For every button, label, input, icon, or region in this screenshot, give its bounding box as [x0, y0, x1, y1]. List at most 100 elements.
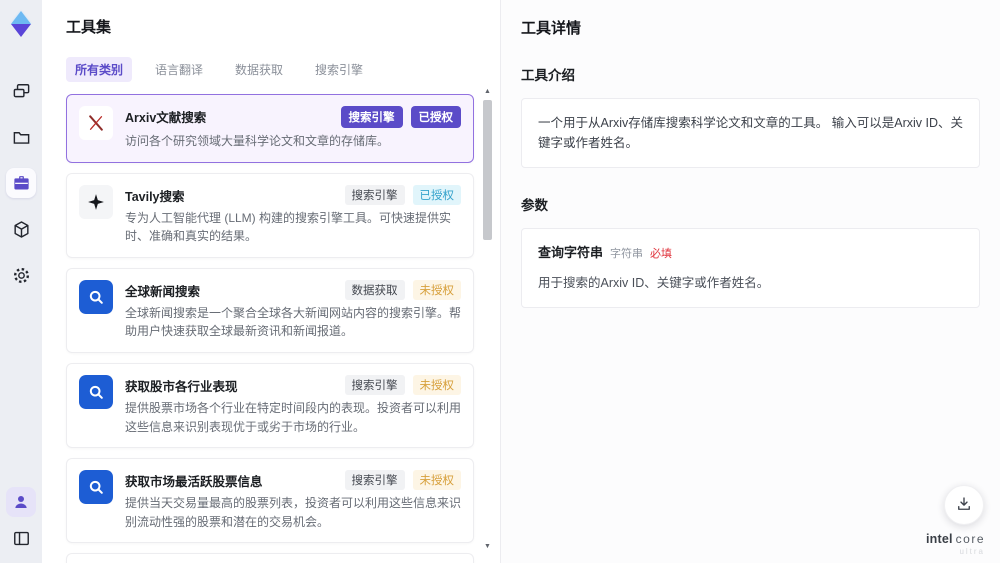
- tool-name: 获取市场最活跃股票信息: [125, 475, 263, 490]
- param-description: 用于搜索的Arxiv ID、关键字或作者姓名。: [538, 275, 770, 290]
- tool-icon: [79, 470, 113, 505]
- scrollbar-thumb[interactable]: [483, 100, 492, 240]
- tool-card[interactable]: Arxiv文献搜索 搜索引擎 已授权 访问各个研究领域大量科学论文和文章的存储库…: [66, 94, 474, 163]
- list-scrollbar[interactable]: ▲ ▼: [482, 88, 493, 553]
- intel-core-logo: intel core ultra: [926, 530, 985, 557]
- auth-status-badge: 已授权: [410, 106, 461, 128]
- tool-card-body: 全球新闻搜索 数据获取 未授权 全球新闻搜索是一个聚合全球各大新闻网站内容的搜索…: [125, 279, 462, 341]
- tool-card[interactable]: Tavily搜索 搜索引擎 已授权 专为人工智能代理 (LLM) 构建的搜索引擎…: [66, 172, 474, 258]
- tool-card-header: 获取市场最活跃股票信息 搜索引擎 未授权: [125, 470, 461, 491]
- tab-all-categories[interactable]: 所有类别: [66, 57, 133, 82]
- search-logo-icon: [79, 279, 113, 314]
- tool-details-panel: 工具详情 工具介绍 一个用于从Arxiv存储库搜索科学论文和文章的工具。 输入可…: [500, 0, 1000, 563]
- tool-name: Tavily搜索: [125, 189, 185, 204]
- tool-icon: [79, 106, 113, 140]
- sidebar-item-tools[interactable]: [6, 168, 36, 198]
- sidebar-item-settings[interactable]: [6, 260, 36, 290]
- tool-tags: 搜索引擎 已授权: [344, 184, 461, 205]
- tool-icon: [79, 184, 113, 219]
- tab-language-translation[interactable]: 语言翻译: [146, 57, 212, 82]
- params-heading: 参数: [521, 198, 548, 213]
- search-logo-icon: [79, 374, 113, 409]
- tavily-icon: [79, 185, 113, 219]
- auth-status-badge: 已授权: [412, 184, 461, 205]
- download-icon: [955, 495, 973, 516]
- scrollbar-up-arrow[interactable]: ▲: [484, 88, 491, 98]
- tool-card[interactable]: 万维地区新闻查询 搜索引擎 未授权 查询具体行政区划内的新闻，快速了解各地新闻动: [66, 553, 474, 563]
- tool-name: 全球新闻搜索: [125, 284, 201, 299]
- tool-name: 获取股市各行业表现: [125, 379, 238, 394]
- tool-icon: [79, 374, 113, 409]
- auth-status-badge: 未授权: [412, 374, 461, 395]
- app-window: 工具集 所有类别 语言翻译 数据获取 搜索引擎 Arxiv文献搜索 搜索引擎 已…: [0, 0, 1000, 563]
- tool-description: 访问各个研究领域大量科学论文和文章的存储库。: [125, 134, 390, 148]
- category-tabs: 所有类别 语言翻译 数据获取 搜索引擎: [66, 57, 480, 82]
- scrollbar-down-arrow[interactable]: ▼: [484, 543, 491, 553]
- tab-data-acquisition[interactable]: 数据获取: [226, 57, 292, 82]
- param-box: 查询字符串 字符串 必填 用于搜索的Arxiv ID、关键字或作者姓名。: [521, 228, 980, 308]
- tool-description: 全球新闻搜索是一个聚合全球各大新闻网站内容的搜索引擎。帮助用户快速获取全球最新资…: [125, 305, 462, 339]
- category-tag: 数据获取: [344, 279, 405, 300]
- auth-status-badge: 未授权: [412, 470, 461, 491]
- sidebar-item-models[interactable]: [6, 214, 36, 244]
- tool-card-header: Tavily搜索 搜索引擎 已授权: [125, 184, 461, 205]
- tool-card[interactable]: 全球新闻搜索 数据获取 未授权 全球新闻搜索是一个聚合全球各大新闻网站内容的搜索…: [66, 267, 474, 353]
- sidebar-bottom-group: [6, 487, 36, 563]
- logo-gem-bottom: [11, 24, 31, 37]
- search-logo-icon: [79, 470, 113, 505]
- auth-status-badge: 未授权: [412, 279, 461, 300]
- sidebar-item-account[interactable]: [6, 487, 36, 517]
- tool-tags: 搜索引擎 未授权: [344, 374, 461, 395]
- page-title: 工具集: [66, 19, 112, 36]
- tool-card-header: Arxiv文献搜索 搜索引擎 已授权: [125, 106, 461, 128]
- gear-icon: [12, 266, 31, 285]
- intro-heading: 工具介绍: [521, 68, 575, 83]
- tool-tags: 搜索引擎 未授权: [344, 470, 461, 491]
- chat-icon: [12, 82, 31, 101]
- tool-card-header: 全球新闻搜索 数据获取 未授权: [125, 279, 461, 300]
- details-title: 工具详情: [521, 20, 582, 37]
- tool-card-body: Tavily搜索 搜索引擎 已授权 专为人工智能代理 (LLM) 构建的搜索引擎…: [125, 184, 461, 246]
- tool-card-body: Arxiv文献搜索 搜索引擎 已授权 访问各个研究领域大量科学论文和文章的存储库…: [125, 106, 461, 151]
- logo-gem-top: [11, 11, 31, 24]
- tool-icon: [79, 279, 113, 314]
- category-tag: 搜索引擎: [344, 470, 405, 491]
- scrollbar-track[interactable]: [483, 98, 492, 543]
- folder-icon: [12, 128, 31, 147]
- param-header: 查询字符串 字符串 必填: [538, 243, 963, 264]
- tool-card-body: 获取股市各行业表现 搜索引擎 未授权 提供股票市场各个行业在特定时间段内的表现。…: [125, 374, 462, 436]
- tool-description: 专为人工智能代理 (LLM) 构建的搜索引擎工具。可快速提供实时、准确和真实的结…: [125, 210, 452, 244]
- tool-tags: 数据获取 未授权: [344, 279, 461, 300]
- brand-core: core: [955, 531, 985, 546]
- tab-search-engine[interactable]: 搜索引擎: [306, 57, 372, 82]
- category-tag: 搜索引擎: [340, 106, 403, 128]
- param-type: 字符串: [610, 248, 644, 260]
- download-button[interactable]: [944, 485, 984, 525]
- toolbox-icon: [12, 174, 31, 193]
- intro-box: 一个用于从Arxiv存储库搜索科学论文和文章的工具。 输入可以是Arxiv ID…: [521, 98, 980, 168]
- app-logo: [6, 9, 36, 39]
- intro-text: 一个用于从Arxiv存储库搜索科学论文和文章的工具。 输入可以是Arxiv ID…: [538, 116, 964, 150]
- sidebar: [0, 0, 42, 563]
- user-icon: [12, 493, 30, 511]
- tool-card-list: Arxiv文献搜索 搜索引擎 已授权 访问各个研究领域大量科学论文和文章的存储库…: [66, 94, 474, 563]
- category-tag: 搜索引擎: [344, 184, 405, 205]
- tool-card-header: 获取股市各行业表现 搜索引擎 未授权: [125, 374, 461, 395]
- tool-card[interactable]: 获取市场最活跃股票信息 搜索引擎 未授权 提供当天交易量最高的股票列表，投资者可…: [66, 458, 474, 544]
- param-required-badge: 必填: [650, 248, 673, 260]
- sidebar-item-files[interactable]: [6, 122, 36, 152]
- param-name: 查询字符串: [538, 245, 604, 260]
- category-tag: 搜索引擎: [344, 374, 405, 395]
- cube-icon: [12, 220, 31, 239]
- tool-card[interactable]: 获取股市各行业表现 搜索引擎 未授权 提供股票市场各个行业在特定时间段内的表现。…: [66, 362, 474, 449]
- sidebar-item-chat[interactable]: [6, 76, 36, 106]
- panel-toggle-icon: [12, 529, 31, 548]
- tool-tags: 搜索引擎 已授权: [340, 106, 461, 128]
- sidebar-item-collapse[interactable]: [6, 523, 36, 553]
- brand-intel: intel: [925, 531, 953, 546]
- tool-description: 提供当天交易量最高的股票列表，投资者可以利用这些信息来识别流动性强的股票和潜在的…: [125, 496, 462, 529]
- tool-description: 提供股票市场各个行业在特定时间段内的表现。投资者可以利用这些信息来识别表现优于或…: [125, 400, 462, 434]
- brand-ultra: ultra: [959, 547, 985, 557]
- tool-card-body: 获取市场最活跃股票信息 搜索引擎 未授权 提供当天交易量最高的股票列表，投资者可…: [125, 470, 461, 531]
- arxiv-icon: [79, 106, 113, 140]
